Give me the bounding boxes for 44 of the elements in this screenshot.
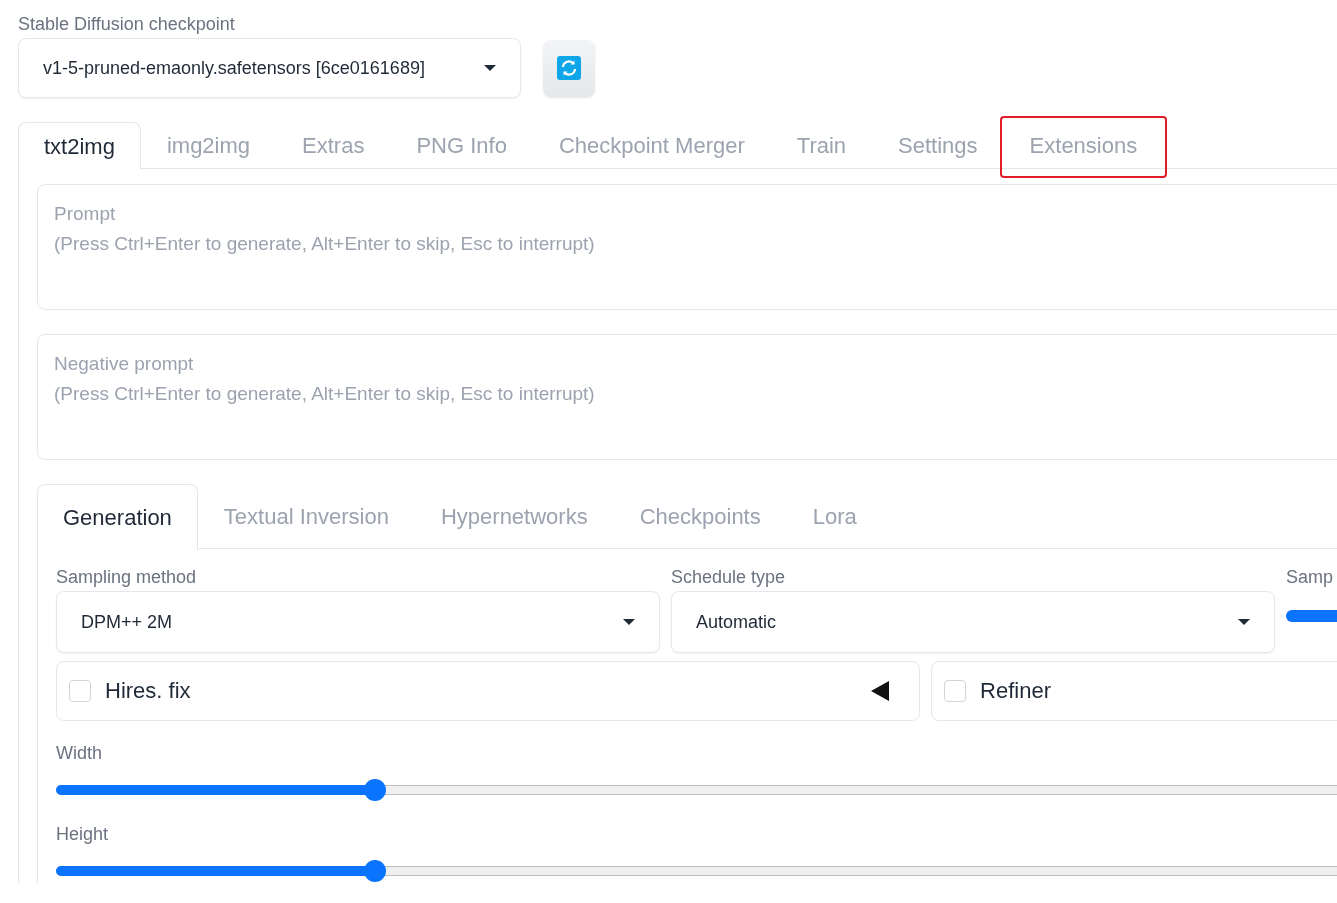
prompt-label: Prompt — [54, 203, 117, 225]
checkbox[interactable] — [69, 680, 91, 702]
tab[interactable]: Generation — [37, 484, 198, 550]
field-label: Schedule type — [671, 567, 787, 588]
tab[interactable]: PNG Info — [390, 122, 533, 169]
tab[interactable]: Train — [770, 122, 873, 169]
prompt-field[interactable]: Negative prompt (Press Ctrl+Enter to generate, Alt+Enter to skip, Esc to interrupt) — [37, 334, 1337, 460]
slider-track[interactable] — [56, 859, 1337, 883]
sampling-method-dropdown[interactable]: DPM++ 2M — [56, 591, 660, 653]
tab[interactable]: Lora — [786, 484, 883, 549]
slider-track[interactable] — [56, 778, 1337, 802]
caret-icon — [484, 65, 496, 71]
tab[interactable]: Textual Inversion — [197, 484, 415, 549]
slider-label: Width — [56, 742, 102, 764]
accordion-header[interactable]: Refiner — [931, 661, 1337, 721]
accordion-label: Refiner — [980, 678, 1052, 704]
tab[interactable]: img2img — [140, 122, 277, 169]
tab[interactable]: Extensions — [1003, 122, 1164, 169]
slider-label: Height — [56, 823, 109, 845]
field-label: Sampling method — [56, 567, 198, 588]
accordion-header[interactable]: Hires. fix — [56, 661, 921, 721]
checkpoint-dropdown[interactable]: v1-5-pruned-emaonly.safetensors [6ce0161689] — [18, 38, 521, 98]
tab[interactable]: Checkpoints — [613, 484, 787, 549]
collapse-triangle-icon[interactable] — [871, 681, 890, 701]
checkpoint-label: Stable Diffusion checkpoint — [18, 14, 235, 35]
prompt-placeholder: (Press Ctrl+Enter to generate, Alt+Enter to skip, Esc to interrupt) — [54, 233, 595, 254]
prompt-placeholder: (Press Ctrl+Enter to generate, Alt+Enter to skip, Esc to interrupt) — [54, 383, 595, 404]
tab[interactable]: Settings — [872, 122, 1004, 169]
caret-icon — [1238, 619, 1250, 625]
prompt-label: Negative prompt — [54, 353, 195, 375]
field-label: Samp — [1286, 567, 1335, 588]
caret-icon — [623, 619, 635, 625]
tab[interactable]: txt2img — [18, 122, 141, 170]
checkbox[interactable] — [944, 680, 967, 702]
schedule-type-dropdown[interactable]: Automatic — [671, 591, 1275, 653]
slider-thumb[interactable] — [364, 860, 387, 882]
prompt-field[interactable]: Prompt (Press Ctrl+Enter to generate, Alt+Enter to skip, Esc to interrupt) — [37, 184, 1337, 310]
refresh-icon — [557, 56, 581, 80]
tab[interactable]: Checkpoint Merger — [532, 122, 771, 169]
tab[interactable]: Hypernetworks — [414, 484, 614, 549]
accordion-label: Hires. fix — [105, 678, 192, 704]
refresh-button[interactable] — [543, 39, 595, 97]
tab[interactable]: Extras — [276, 122, 391, 169]
slider-thumb[interactable] — [364, 779, 387, 801]
